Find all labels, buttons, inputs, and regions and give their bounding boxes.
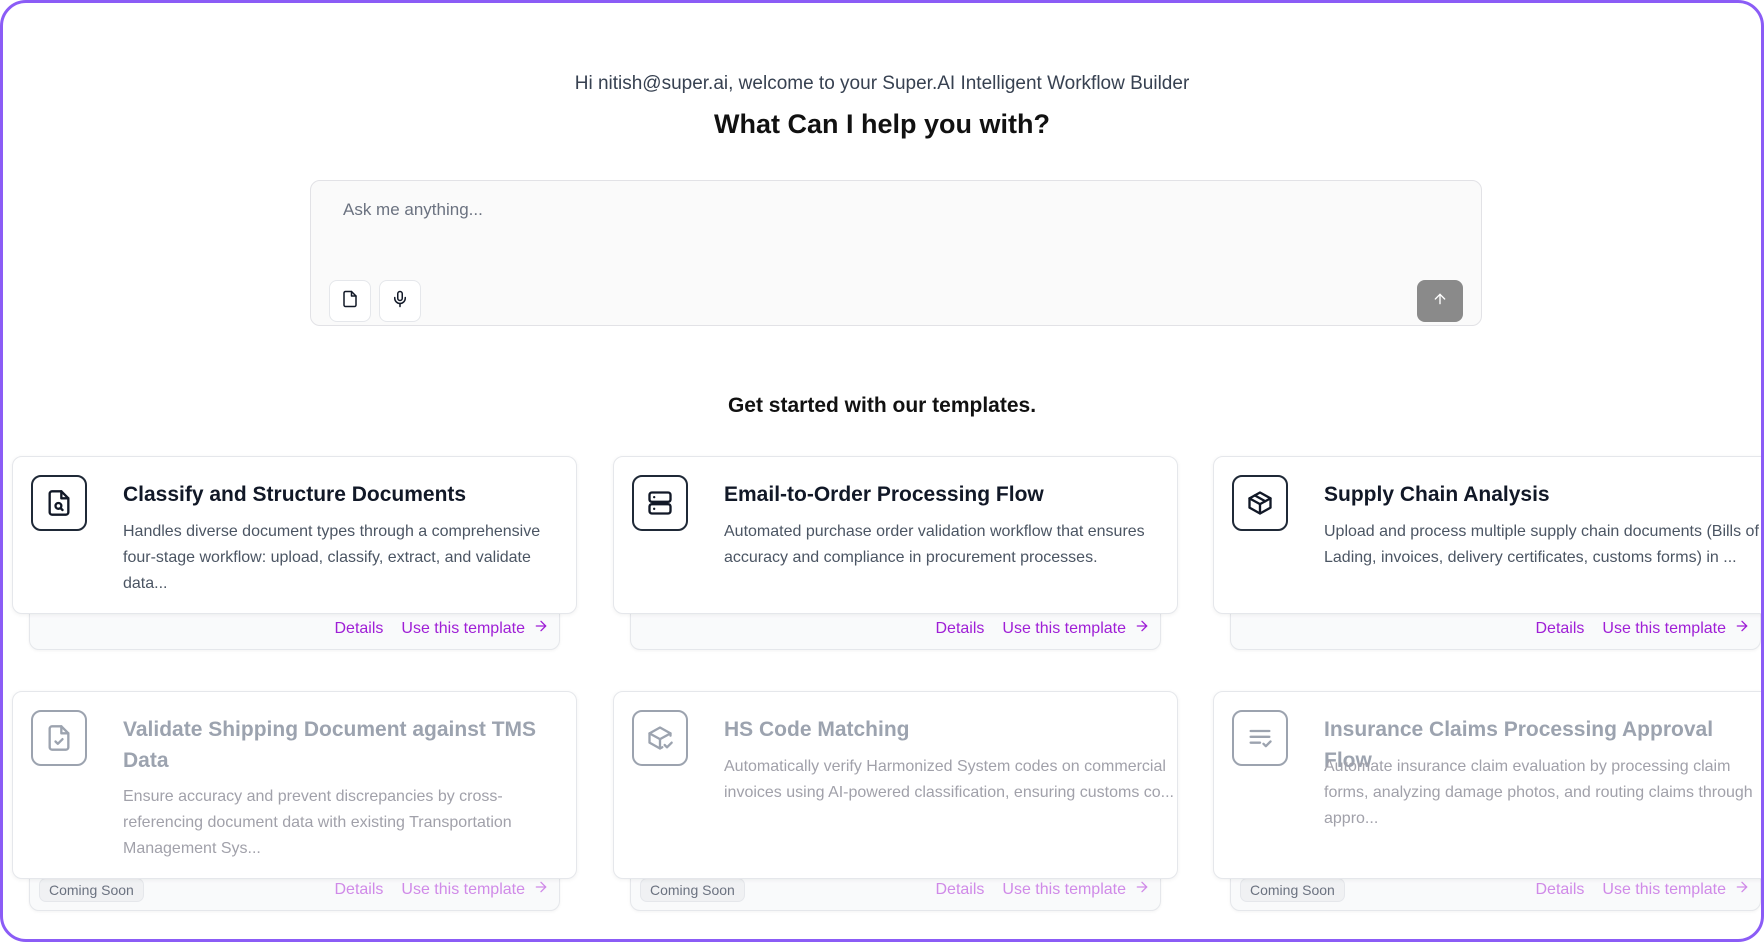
use-template-label: Use this template: [1002, 619, 1126, 637]
file-check-icon: [31, 710, 87, 766]
template-description: Ensure accuracy and prevent discrepancie…: [123, 788, 512, 857]
details-link[interactable]: Details: [935, 620, 984, 638]
template-card-body: HS Code Matching Automatically verify Ha…: [613, 691, 1178, 879]
arrow-right-icon: [1134, 618, 1150, 639]
template-description: Handles diverse document types through a…: [123, 523, 541, 592]
template-description: Automate insurance claim evaluation by p…: [1324, 758, 1753, 827]
use-template-link[interactable]: Use this template: [401, 618, 549, 639]
template-card: Classify and Structure Documents Handles…: [12, 456, 577, 656]
template-card-coming-soon: Validate Shipping Document against TMS D…: [12, 691, 577, 911]
template-card-body[interactable]: Supply Chain Analysis Upload and process…: [1213, 456, 1761, 614]
use-template-label: Use this template: [1602, 880, 1726, 898]
template-card-body[interactable]: Email-to-Order Processing Flow Automated…: [613, 456, 1178, 614]
coming-soon-badge: Coming Soon: [39, 878, 144, 902]
template-card-coming-soon: HS Code Matching Automatically verify Ha…: [613, 691, 1178, 911]
template-card-body: Validate Shipping Document against TMS D…: [12, 691, 577, 879]
template-description: Automatically verify Harmonized System c…: [724, 758, 1174, 801]
document-search-icon: [31, 475, 87, 531]
template-description: Automated purchase order validation work…: [724, 523, 1145, 566]
use-template-link[interactable]: Use this template: [1602, 879, 1750, 900]
arrow-right-icon: [533, 618, 549, 639]
file-icon: [341, 290, 359, 313]
ask-input[interactable]: [343, 195, 1443, 225]
details-link[interactable]: Details: [1535, 881, 1584, 899]
use-template-label: Use this template: [401, 619, 525, 637]
details-link[interactable]: Details: [334, 881, 383, 899]
details-link[interactable]: Details: [935, 881, 984, 899]
template-title: Supply Chain Analysis: [1324, 483, 1550, 506]
template-title: Email-to-Order Processing Flow: [724, 483, 1044, 506]
package-icon: [1232, 475, 1288, 531]
use-template-link[interactable]: Use this template: [1002, 618, 1150, 639]
use-template-link[interactable]: Use this template: [401, 879, 549, 900]
template-card-body[interactable]: Classify and Structure Documents Handles…: [12, 456, 577, 614]
template-card-coming-soon: Insurance Claims Processing Approval Flo…: [1213, 691, 1761, 911]
use-template-link[interactable]: Use this template: [1002, 879, 1150, 900]
template-title: HS Code Matching: [724, 718, 910, 741]
template-title: Classify and Structure Documents: [123, 483, 467, 506]
attach-file-button[interactable]: [329, 280, 371, 322]
server-icon: [632, 475, 688, 531]
ask-box: [310, 180, 1482, 326]
arrow-up-icon: [1432, 291, 1448, 312]
use-template-link[interactable]: Use this template: [1602, 618, 1750, 639]
app-frame: Hi nitish@super.ai, welcome to your Supe…: [0, 0, 1764, 942]
details-link[interactable]: Details: [1535, 620, 1584, 638]
arrow-right-icon: [533, 879, 549, 900]
list-check-icon: [1232, 710, 1288, 766]
coming-soon-badge: Coming Soon: [640, 878, 745, 902]
templates-section-title: Get started with our templates.: [727, 394, 1037, 417]
arrow-right-icon: [1734, 618, 1750, 639]
package-check-icon: [632, 710, 688, 766]
coming-soon-badge: Coming Soon: [1240, 878, 1345, 902]
use-template-label: Use this template: [1602, 619, 1726, 637]
use-template-label: Use this template: [1002, 880, 1126, 898]
voice-input-button[interactable]: [379, 280, 421, 322]
template-description: Upload and process multiple supply chain…: [1324, 523, 1759, 566]
arrow-right-icon: [1134, 879, 1150, 900]
arrow-right-icon: [1734, 879, 1750, 900]
details-link[interactable]: Details: [334, 620, 383, 638]
microphone-icon: [391, 290, 409, 313]
page-title: What Can I help you with?: [714, 109, 1050, 139]
welcome-greeting: Hi nitish@super.ai, welcome to your Supe…: [574, 73, 1190, 94]
template-title: Validate Shipping Document against TMS D…: [123, 718, 537, 772]
template-card-body: Insurance Claims Processing Approval Flo…: [1213, 691, 1761, 879]
send-button[interactable]: [1417, 280, 1463, 322]
use-template-label: Use this template: [401, 880, 525, 898]
template-card: Supply Chain Analysis Upload and process…: [1213, 456, 1761, 656]
template-card: Email-to-Order Processing Flow Automated…: [613, 456, 1178, 656]
